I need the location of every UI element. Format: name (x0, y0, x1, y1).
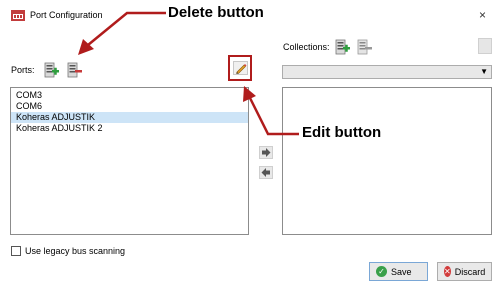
delete-collection-icon (357, 39, 372, 55)
delete-port-icon (67, 62, 82, 78)
pencil-icon (236, 64, 247, 74)
window-title: Port Configuration (30, 10, 103, 20)
arrow-left-icon (261, 168, 270, 177)
list-item[interactable]: COM6 (11, 101, 248, 112)
collection-options-button[interactable] (478, 38, 492, 54)
ports-label: Ports: (11, 65, 35, 75)
ports-list[interactable]: COM3 COM6 Koheras ADJUSTIK Koheras ADJUS… (10, 87, 249, 235)
add-collection-icon (335, 39, 350, 55)
collections-list[interactable] (282, 87, 492, 235)
list-item[interactable]: Koheras ADJUSTIK (11, 112, 248, 123)
add-port-icon (44, 62, 59, 78)
discard-label: Discard (454, 266, 486, 277)
collections-label: Collections: (283, 42, 330, 52)
legacy-bus-scanning-label: Use legacy bus scanning (25, 246, 126, 256)
discard-button[interactable]: ✕ Discard (437, 262, 492, 281)
arrow-right-icon (262, 148, 271, 157)
delete-port-button[interactable] (67, 62, 83, 78)
list-item[interactable]: Koheras ADJUSTIK 2 (11, 123, 248, 134)
close-button[interactable]: × (479, 8, 486, 22)
delete-collection-button[interactable] (357, 39, 373, 55)
add-port-button[interactable] (44, 62, 60, 78)
list-item[interactable]: COM3 (11, 90, 248, 101)
add-collection-button[interactable] (335, 39, 351, 55)
move-right-button[interactable] (259, 146, 273, 159)
x-circle-icon: ✕ (444, 266, 451, 277)
chevron-down-icon: ▼ (480, 67, 488, 76)
check-icon: ✓ (376, 266, 387, 277)
save-label: Save (391, 266, 412, 277)
delete-arrow-head (78, 39, 94, 55)
delete-annotation-label: Delete button (168, 4, 264, 21)
save-button[interactable]: ✓ Save (369, 262, 428, 281)
collections-dropdown[interactable]: ▼ (282, 65, 492, 79)
move-left-button[interactable] (259, 166, 273, 179)
app-icon (11, 10, 25, 21)
legacy-bus-scanning-checkbox[interactable] (11, 246, 21, 256)
edit-annotation-label: Edit button (302, 124, 382, 141)
edit-port-button[interactable] (233, 61, 248, 75)
